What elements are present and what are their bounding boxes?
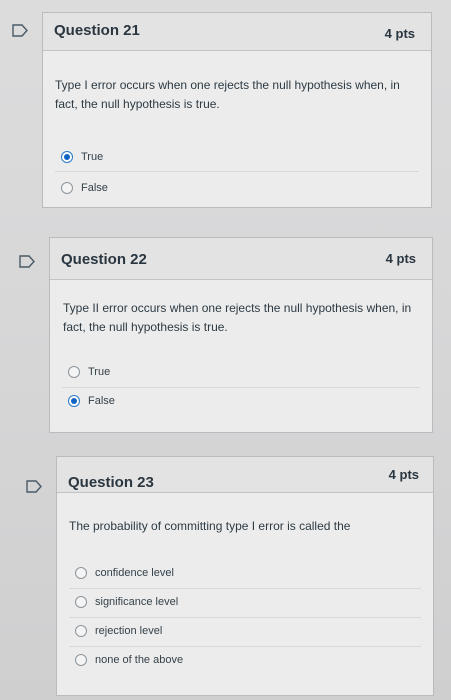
radio-icon[interactable] bbox=[75, 567, 87, 579]
radio-checked-icon[interactable] bbox=[61, 151, 73, 163]
question-title: Question 23 bbox=[68, 474, 154, 491]
answer-label: True bbox=[88, 366, 111, 378]
answer-option[interactable]: False bbox=[68, 395, 115, 407]
question-points: 4 pts bbox=[385, 251, 416, 266]
answer-label: confidence level bbox=[95, 567, 174, 579]
question-card: Question 23 4 pts The probability of com… bbox=[56, 456, 434, 696]
radio-icon[interactable] bbox=[61, 182, 73, 194]
radio-icon[interactable] bbox=[75, 625, 87, 637]
answer-option[interactable]: confidence level bbox=[75, 567, 174, 579]
question-points: 4 pts bbox=[384, 26, 415, 41]
answer-option[interactable]: significance level bbox=[75, 596, 178, 608]
radio-checked-icon[interactable] bbox=[68, 395, 80, 407]
answer-label: rejection level bbox=[95, 625, 163, 637]
question-text: Type II error occurs when one rejects th… bbox=[63, 301, 412, 334]
question-title: Question 21 bbox=[54, 22, 140, 39]
question-title: Question 22 bbox=[61, 251, 147, 268]
answer-option[interactable]: True bbox=[68, 366, 110, 378]
answer-option[interactable]: none of the above bbox=[75, 654, 183, 666]
answer-label: False bbox=[81, 182, 108, 194]
radio-icon[interactable] bbox=[75, 654, 87, 666]
radio-icon[interactable] bbox=[75, 596, 87, 608]
flag-question-icon[interactable] bbox=[26, 480, 42, 493]
question-text: Type I error occurs when one rejects the… bbox=[55, 78, 400, 111]
radio-icon[interactable] bbox=[68, 366, 80, 378]
answer-label: none of the above bbox=[95, 654, 184, 666]
question-card: Question 21 4 pts Type I error occurs wh… bbox=[42, 12, 432, 208]
answer-label: significance level bbox=[95, 596, 179, 608]
answer-option[interactable]: True bbox=[61, 151, 103, 163]
answer-option[interactable]: rejection level bbox=[75, 625, 162, 637]
answer-label: False bbox=[88, 395, 115, 407]
question-text: The probability of committing type I err… bbox=[69, 519, 351, 533]
answer-label: True bbox=[81, 151, 104, 163]
answer-option[interactable]: False bbox=[61, 182, 108, 194]
question-points: 4 pts bbox=[388, 467, 419, 482]
flag-question-icon[interactable] bbox=[19, 255, 35, 268]
question-card: Question 22 4 pts Type II error occurs w… bbox=[49, 237, 433, 433]
flag-question-icon[interactable] bbox=[12, 24, 28, 37]
